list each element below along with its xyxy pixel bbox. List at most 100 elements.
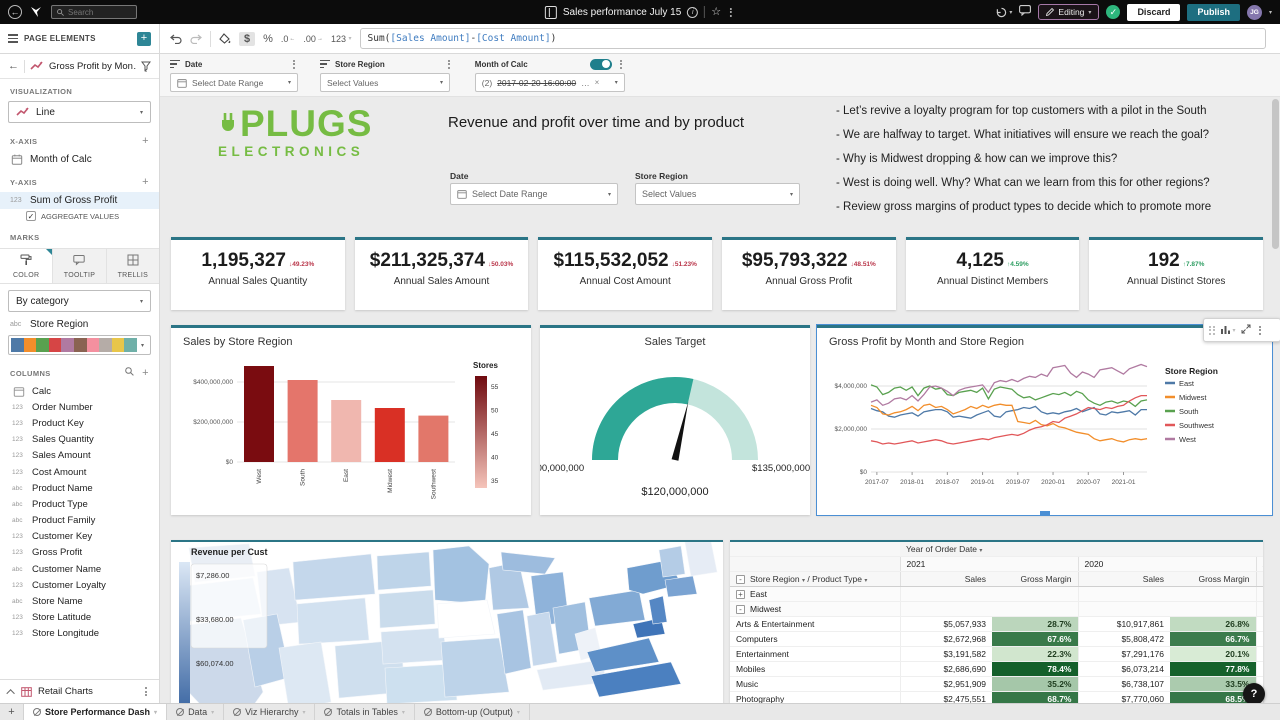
columns-add-button[interactable]: + xyxy=(142,367,149,379)
drag-handle-icon[interactable] xyxy=(1209,325,1215,335)
aggregate-values-row[interactable]: ✓ AGGREGATE VALUES xyxy=(0,209,159,225)
tab-color[interactable]: COLOR xyxy=(0,249,54,283)
region-filter-menu-icon[interactable] xyxy=(445,59,453,70)
column-store-longitude[interactable]: 123 Store Longitude xyxy=(0,626,159,642)
region-values-select[interactable]: Select Values ▾ xyxy=(320,73,450,92)
table-row-computers[interactable]: Computers$2,672,96867.6%$5,808,47266.7%$… xyxy=(730,631,1263,647)
info-icon[interactable]: i xyxy=(687,6,699,18)
y-axis-field[interactable]: 123 Sum of Gross Profit xyxy=(0,192,159,209)
color-field[interactable]: abc Store Region xyxy=(0,316,159,333)
table-row-mobiles[interactable]: Mobiles$2,686,69078.4%$6,073,21477.8%$9,… xyxy=(730,661,1263,677)
undo-icon[interactable] xyxy=(170,34,182,44)
tab-caret-icon[interactable]: ▾ xyxy=(402,709,405,716)
column-product-name[interactable]: abc Product Name xyxy=(0,480,159,496)
editing-mode-button[interactable]: Editing ▾ xyxy=(1038,4,1100,20)
element-filter-icon[interactable] xyxy=(141,61,151,72)
avatar-caret-icon[interactable]: ▾ xyxy=(1269,9,1272,16)
table-row-arts-entertainment[interactable]: Arts & Entertainment $5,057,933 28.7% $10,9… xyxy=(730,616,1263,632)
decrease-decimal-button[interactable]: .0 ← xyxy=(281,34,296,44)
tab-caret-icon[interactable]: ▾ xyxy=(211,709,214,716)
discard-button[interactable]: Discard xyxy=(1127,3,1181,21)
help-button[interactable]: ? xyxy=(1243,683,1265,703)
bar-southwest[interactable] xyxy=(418,415,449,462)
maximize-icon[interactable] xyxy=(1241,321,1251,339)
kpi-annual-sales-amount[interactable]: $211,325,374 ↓50.03% Annual Sales Amount xyxy=(354,237,529,310)
page-tab-bottom-up-output[interactable]: Bottom-up (Output) ▾ xyxy=(415,704,530,720)
global-search[interactable] xyxy=(51,5,137,19)
back-icon[interactable]: ← xyxy=(8,5,22,19)
app-logo-icon[interactable] xyxy=(30,6,43,18)
table-row-photography[interactable]: Photography $2,475,551 68.7% $7,770,060 68.5… xyxy=(730,691,1263,703)
column-store-name[interactable]: abc Store Name xyxy=(0,593,159,609)
x-axis-field[interactable]: Month of Calc xyxy=(0,151,159,168)
tab-caret-icon[interactable]: ▾ xyxy=(154,709,157,716)
month-filter-menu-icon[interactable] xyxy=(617,59,625,70)
table-row-music[interactable]: Music$2,951,90935.2%$6,738,10733.5%$10,7… xyxy=(730,676,1263,692)
increase-decimal-button[interactable]: .00 → xyxy=(303,34,323,44)
inner-date-select[interactable]: Select Date Range ▾ xyxy=(450,183,618,205)
column-product-key[interactable]: 123 Product Key xyxy=(0,415,159,431)
column-product-type[interactable]: abc Product Type xyxy=(0,496,159,512)
pivot-table-card[interactable]: Year of Order Date ▾202120202019 -Store R… xyxy=(730,540,1263,703)
add-element-button[interactable]: + xyxy=(137,31,151,46)
column-store-latitude[interactable]: 123 Store Latitude xyxy=(0,610,159,626)
retail-charts-label[interactable]: Retail Charts xyxy=(38,686,136,697)
page-tab-totals-in-tables[interactable]: Totals in Tables ▾ xyxy=(315,704,415,720)
table-row-entertainment[interactable]: Entertainment $3,191,582 22.3% $7,291,176 20… xyxy=(730,646,1263,662)
percent-format-button[interactable]: % xyxy=(263,33,273,45)
date-filter-menu-icon[interactable] xyxy=(290,59,298,70)
bar-midwest[interactable] xyxy=(374,408,405,462)
column-customer-key[interactable]: 123 Customer Key xyxy=(0,529,159,545)
card-resize-handle[interactable] xyxy=(1039,511,1050,515)
row-header[interactable]: - Store Region ▾ / Product Type ▾ xyxy=(730,571,900,587)
tab-caret-icon[interactable]: ▾ xyxy=(302,709,305,716)
canvas-scrollbar[interactable] xyxy=(1272,99,1279,659)
publish-button[interactable]: Publish xyxy=(1187,3,1240,21)
aggregate-checkbox[interactable]: ✓ xyxy=(26,211,36,221)
kpi-annual-gross-profit[interactable]: $95,793,322 ↓48.51% Annual Gross Profit xyxy=(722,237,896,310)
date-range-select[interactable]: Select Date Range ▾ xyxy=(170,73,298,92)
search-input[interactable] xyxy=(68,7,128,17)
expand-toggle[interactable]: - xyxy=(736,605,745,614)
column-sales-quantity[interactable]: 123 Sales Quantity xyxy=(0,432,159,448)
inner-region-select[interactable]: Select Values ▾ xyxy=(635,183,800,205)
column-sales-amount[interactable]: 123 Sales Amount xyxy=(0,448,159,464)
retail-charts-menu-icon[interactable] xyxy=(142,686,150,697)
scrollbar-thumb[interactable] xyxy=(1272,99,1279,249)
column-calc[interactable]: Calc xyxy=(0,383,159,399)
expand-toggle[interactable]: + xyxy=(736,590,745,599)
bar-chart-card[interactable]: Sales by Store Region $400,000,000 $200,… xyxy=(171,325,531,515)
kpi-annual-distinct-stores[interactable]: 192 ↑7.87% Annual Distinct Stores xyxy=(1089,237,1264,310)
comment-icon[interactable] xyxy=(1019,3,1032,21)
color-mode-select[interactable]: By category ▾ xyxy=(8,290,151,312)
month-filter-toggle[interactable] xyxy=(589,58,612,70)
table-row-midwest[interactable]: - Midwest xyxy=(730,601,1263,617)
tab-tooltip[interactable]: TOOLTIP xyxy=(53,249,107,283)
bar-south[interactable] xyxy=(287,380,318,462)
gauge-card[interactable]: Sales Target $100,000,000 $135,000,000 $… xyxy=(540,325,810,515)
table-row-east[interactable]: + East xyxy=(730,586,1263,602)
page-tab-store-performance-dash[interactable]: Store Performance Dash ▾ xyxy=(24,704,168,720)
color-palette-select[interactable]: ▾ xyxy=(8,335,151,355)
add-page-button[interactable]: + xyxy=(0,704,24,720)
kpi-annual-distinct-members[interactable]: 4,125 ↑4.59% Annual Distinct Members xyxy=(905,237,1080,310)
month-filter-value[interactable]: (2) 2017-02-20 16:00:00 … × ▾ xyxy=(474,73,625,92)
viz-type-select[interactable]: Line ▾ xyxy=(8,101,151,123)
column-customer-loyalty[interactable]: 123 Customer Loyalty xyxy=(0,577,159,593)
bar-west[interactable] xyxy=(244,366,274,462)
collapse-chevron-icon[interactable] xyxy=(6,688,15,698)
kpi-annual-sales-quantity[interactable]: 1,195,327 ↓49.23% Annual Sales Quantity xyxy=(171,237,345,310)
chart-type-icon[interactable]: ▾ xyxy=(1220,325,1236,335)
panel-back-icon[interactable]: ← xyxy=(8,60,19,72)
element-menu-icon[interactable] xyxy=(1256,325,1264,336)
page-tab-viz-hierarchy[interactable]: Viz Hierarchy ▾ xyxy=(224,704,316,720)
currency-format-button[interactable]: $ xyxy=(239,31,256,46)
version-history-icon[interactable]: ▾ xyxy=(996,7,1012,18)
column-order-number[interactable]: 123 Order Number xyxy=(0,399,159,415)
column-cost-amount[interactable]: 123 Cost Amount xyxy=(0,464,159,480)
col-group-header[interactable]: Year of Order Date ▾ xyxy=(900,542,1263,557)
x-axis-add-button[interactable]: + xyxy=(142,135,149,147)
favorite-star-icon[interactable]: ☆ xyxy=(711,6,721,18)
user-avatar[interactable]: JG xyxy=(1246,4,1262,20)
formula-bar[interactable]: Sum([Sales Amount] - [Cost Amount]) xyxy=(359,28,1266,49)
